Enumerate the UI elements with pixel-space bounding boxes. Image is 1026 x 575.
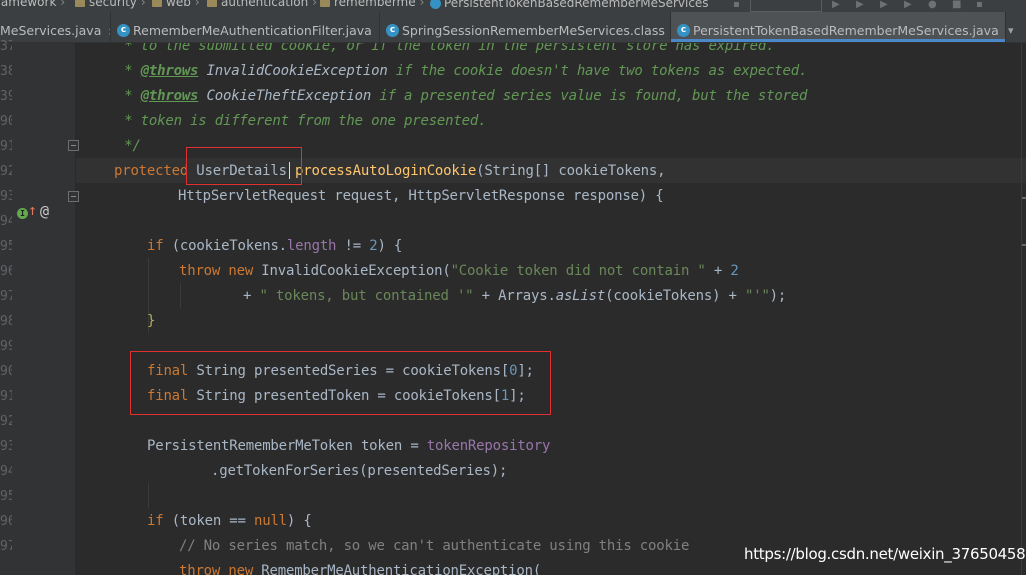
class-icon: c <box>117 24 130 37</box>
class-icon: c <box>386 24 399 37</box>
line-number: 92 <box>0 164 12 179</box>
line-number: 38 <box>0 64 12 79</box>
breadcrumb-item-framework[interactable]: ramework › <box>0 0 65 8</box>
layout-icon[interactable]: ▪ <box>976 0 988 10</box>
scroll-marker <box>1022 197 1026 199</box>
code-line: throw new InvalidCookieException("Cookie… <box>179 263 739 279</box>
folder-icon <box>152 0 162 7</box>
code-line: if (token == null) { <box>147 513 312 529</box>
breadcrumb-item-class[interactable]: PersistentTokenBasedRememberMeServices <box>430 0 709 9</box>
line-number: 95 <box>0 489 12 504</box>
indent-guide <box>148 483 149 508</box>
code-line: .getTokenForSeries(presentedSeries); <box>211 463 508 479</box>
line-number: 90 <box>0 114 12 129</box>
editor-tabs: MeServices.java× cRememberMeAuthenticati… <box>0 12 1026 43</box>
breadcrumb: ramework › security › web › authentication ›… <box>0 0 1026 12</box>
run-config-dropdown[interactable] <box>750 0 822 12</box>
code-line: * @throws InvalidCookieException if the … <box>116 63 808 79</box>
coverage-icon[interactable]: ▶ <box>880 0 892 10</box>
code-line: * to the submitted cookie, or if the tok… <box>116 43 775 54</box>
code-line: // No series match, so we can't authenti… <box>179 538 690 554</box>
code-editor[interactable]: * to the submitted cookie, or if the tok… <box>76 43 1026 575</box>
folder-icon <box>320 0 330 7</box>
settings-icon[interactable]: ● <box>928 0 940 10</box>
breadcrumb-item-web[interactable]: web › <box>152 0 200 8</box>
line-number: 92 <box>0 414 12 429</box>
breadcrumb-item-rememberme[interactable]: rememberme › <box>320 0 424 8</box>
right-margin-guide <box>1021 43 1022 575</box>
tab-remembermeauthenticationfilter[interactable]: cRememberMeAuthenticationFilter.java× <box>111 12 380 42</box>
line-number: 95 <box>0 239 12 254</box>
folder-icon <box>75 0 85 7</box>
profile-icon[interactable]: ▶ <box>904 0 916 10</box>
class-icon <box>430 0 441 9</box>
stop-icon[interactable]: ■ <box>952 0 964 10</box>
line-number: 37 <box>0 39 12 54</box>
line-number: 98 <box>0 314 12 329</box>
code-line: throw new RememberMeAuthenticationExcept… <box>179 563 542 575</box>
scroll-marker <box>1022 244 1026 246</box>
breadcrumb-item-security[interactable]: security › <box>75 0 146 8</box>
override-arrow-icon[interactable]: ↑ <box>28 201 37 219</box>
highlight-box-token-split <box>130 351 551 415</box>
editor-gutter[interactable]: 37 38 39 90 91 92 93 94 95 96 97 98 99 9… <box>0 39 79 575</box>
code-line: if (cookieTokens.length != 2) { <box>147 238 403 254</box>
highlight-box-return-type <box>186 147 302 185</box>
line-number: 94 <box>0 464 12 479</box>
code-line: * token is different from the one presen… <box>116 113 487 129</box>
line-number: 97 <box>0 289 12 304</box>
folder-icon <box>207 0 217 7</box>
line-number: 94 <box>0 214 12 229</box>
code-line: PersistentRememberMeToken token = tokenR… <box>147 438 551 454</box>
breadcrumb-item-authentication[interactable]: authentication › <box>207 0 317 8</box>
tab-springsessionremembermeservices[interactable]: cSpringSessionRememberMeServices.class× <box>380 12 671 42</box>
line-number: 91 <box>0 389 12 404</box>
debug-icon[interactable]: ▶ <box>856 0 868 10</box>
line-number: 91 <box>0 139 12 154</box>
code-line: HttpServletRequest request, HttpServletR… <box>178 188 664 204</box>
watermark-url: https://blog.csdn.net/weixin_37650458 <box>744 545 1026 563</box>
line-number: 90 <box>0 364 12 379</box>
indent-guide <box>180 283 181 308</box>
line-number: 93 <box>0 189 12 204</box>
tab-meservices[interactable]: MeServices.java× <box>0 12 111 42</box>
line-number: 96 <box>0 514 12 529</box>
tab-persistenttokenbasedremembermeservices[interactable]: c PersistentTokenBasedRememberMeServices.… <box>671 12 1006 42</box>
build-icon[interactable]: ▪ <box>733 0 745 10</box>
line-number: 93 <box>0 439 12 454</box>
line-number: 97 <box>0 539 12 554</box>
code-line: */ <box>116 138 141 154</box>
line-number: 39 <box>0 89 12 104</box>
class-icon: c <box>677 24 690 37</box>
implements-icon[interactable]: I <box>17 208 28 219</box>
annotation-icon[interactable]: @ <box>40 202 49 220</box>
line-number: 99 <box>0 339 12 354</box>
close-icon[interactable]: × <box>1005 25 1006 38</box>
code-line: + " tokens, but contained '" + Arrays.as… <box>243 288 787 304</box>
line-number: 96 <box>0 264 12 279</box>
code-line: * @throws CookieTheftException if a pres… <box>116 88 808 104</box>
code-line: } <box>147 313 156 329</box>
run-icon[interactable]: ▶ <box>832 0 844 10</box>
